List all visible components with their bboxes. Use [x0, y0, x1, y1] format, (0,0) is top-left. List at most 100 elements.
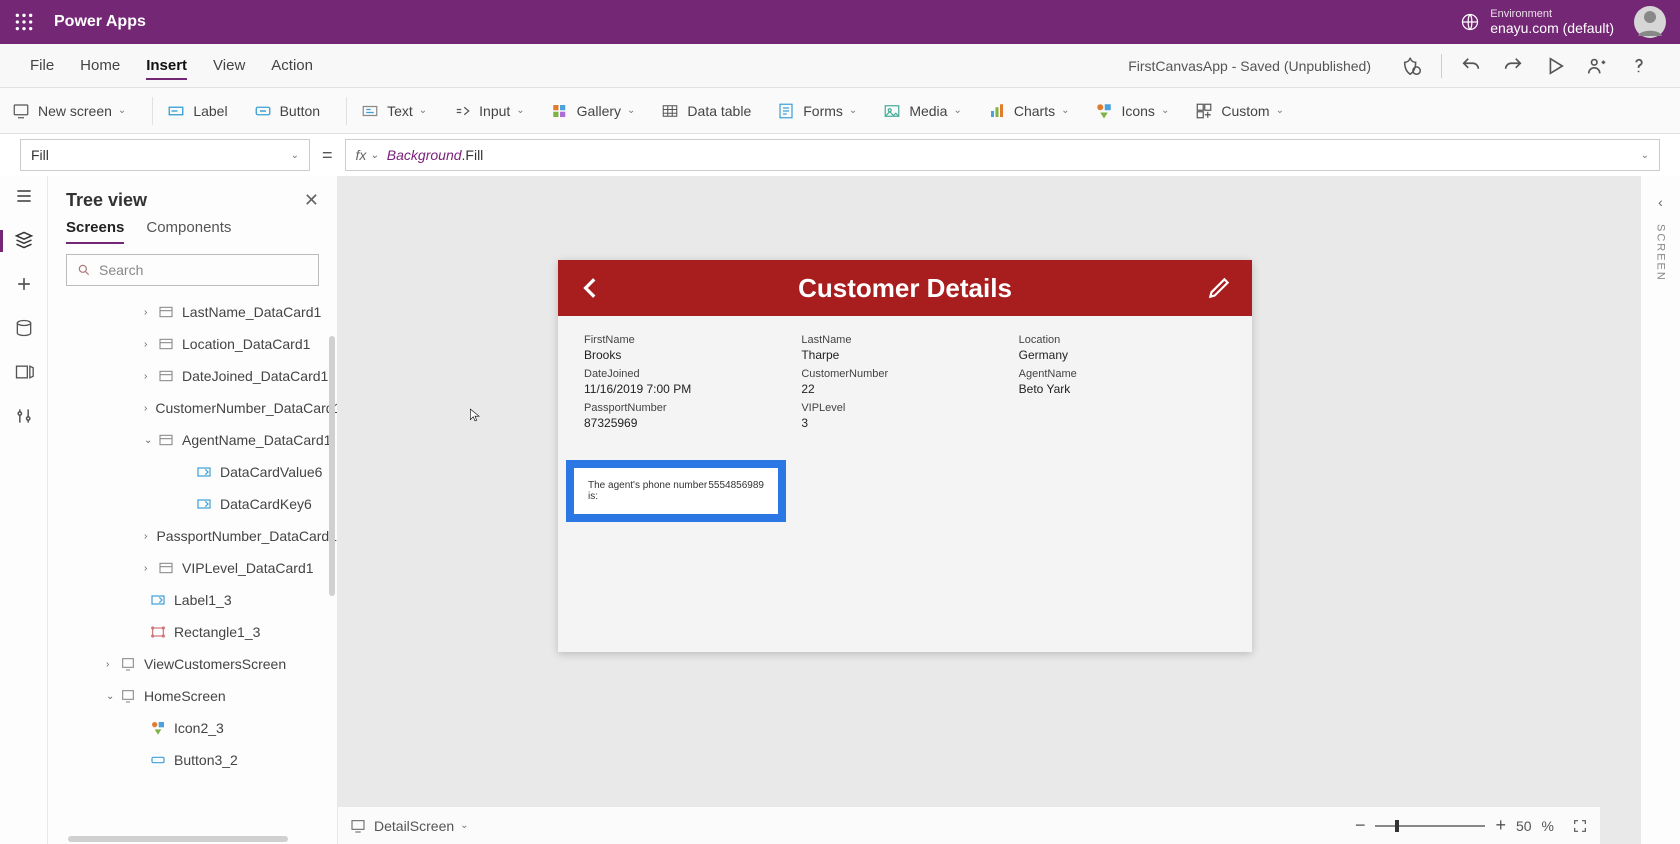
field-key: PassportNumber [584, 402, 791, 414]
edit-icon[interactable] [1206, 275, 1232, 301]
ribbon-button[interactable]: Button [254, 102, 320, 120]
app-launcher-icon[interactable] [14, 12, 34, 32]
current-screen-name[interactable]: DetailScreen [374, 818, 454, 834]
tree-node[interactable]: ›Location_DataCard1 [48, 328, 337, 360]
tree-node-label: Icon2_3 [174, 720, 224, 736]
tree-node[interactable]: ›PassportNumber_DataCard1 [48, 520, 337, 552]
rail-media[interactable] [0, 362, 48, 382]
agent-phone-label: The agent's phone number is: [588, 480, 708, 502]
rail-data[interactable] [0, 318, 48, 338]
ribbon-icons-label: Icons [1121, 103, 1154, 119]
tree-node[interactable]: ›VIPLevel_DataCard1 [48, 552, 337, 584]
tree-node[interactable]: Button3_2 [48, 744, 337, 776]
zoom-out-icon[interactable]: − [1355, 815, 1366, 836]
formula-input[interactable]: fx⌄ Background.Fill ⌄ [345, 139, 1660, 171]
app-checker-icon[interactable] [1401, 55, 1423, 77]
tree-search-input[interactable]: Search [66, 254, 319, 286]
tree-scrollbar-horizontal[interactable] [68, 836, 288, 842]
right-rail-label: SCREEN [1655, 224, 1667, 282]
artboard-detail-screen[interactable]: Customer Details FirstNameBrooksLastName… [558, 260, 1252, 652]
tree-node[interactable]: Rectangle1_3 [48, 616, 337, 648]
ribbon-input[interactable]: Input⌄ [453, 102, 525, 120]
zoom-slider[interactable] [1375, 825, 1485, 827]
right-rail-expand-icon[interactable]: ‹ [1658, 194, 1663, 210]
tree-node[interactable]: ›DateJoined_DataCard1 [48, 360, 337, 392]
tab-screens[interactable]: Screens [66, 219, 124, 244]
menu-action[interactable]: Action [271, 57, 313, 74]
ribbon-icons[interactable]: Icons⌄ [1095, 102, 1169, 120]
field-value: 87325969 [584, 416, 791, 430]
ribbon-datatable[interactable]: Data table [661, 102, 751, 120]
formula-bar: Fill ⌄ = fx⌄ Background.Fill ⌄ [0, 134, 1680, 176]
property-selector[interactable]: Fill ⌄ [20, 139, 310, 171]
chevron-icon[interactable]: › [144, 307, 158, 318]
tree-scrollbar-vertical[interactable] [329, 336, 335, 596]
ribbon-datatable-label: Data table [687, 103, 751, 119]
ribbon-forms[interactable]: Forms⌄ [777, 102, 857, 120]
tree-view-close-icon[interactable]: ✕ [304, 190, 319, 211]
detail-field: PassportNumber 87325969 [584, 402, 791, 430]
ribbon-label[interactable]: Label [167, 102, 227, 120]
detail-field: AgentNameBeto Yark [1019, 368, 1226, 396]
chevron-icon[interactable]: › [144, 403, 147, 414]
menu-insert[interactable]: Insert [146, 57, 187, 80]
ribbon-new-screen[interactable]: New screen⌄ [12, 102, 126, 120]
play-icon[interactable] [1544, 55, 1566, 77]
field-key: LastName [801, 334, 1008, 346]
help-icon[interactable] [1628, 55, 1650, 77]
design-canvas[interactable]: Customer Details FirstNameBrooksLastName… [338, 176, 1640, 844]
tab-components[interactable]: Components [146, 219, 231, 244]
rail-tree-view[interactable] [0, 230, 48, 250]
ribbon-text[interactable]: Text⌄ [361, 102, 427, 120]
tree-node[interactable]: ›ViewCustomersScreen [48, 648, 337, 680]
ribbon-label-label: Label [193, 103, 227, 119]
ribbon-charts[interactable]: Charts⌄ [988, 102, 1070, 120]
screen-chevron-icon[interactable]: ⌄ [460, 820, 468, 831]
ribbon-custom[interactable]: Custom⌄ [1195, 102, 1284, 120]
fit-screen-icon[interactable] [1572, 818, 1588, 834]
user-avatar[interactable] [1634, 6, 1666, 38]
ribbon-media[interactable]: Media⌄ [883, 102, 962, 120]
menu-view[interactable]: View [213, 57, 245, 74]
formula-expand-icon[interactable]: ⌄ [1641, 150, 1649, 161]
back-icon[interactable] [578, 275, 604, 301]
tree-node[interactable]: ›CustomerNumber_DataCard1 [48, 392, 337, 424]
input-icon [453, 102, 471, 120]
redo-icon[interactable] [1502, 55, 1524, 77]
tree-node[interactable]: Label1_3 [48, 584, 337, 616]
rail-hamburger[interactable] [0, 186, 48, 206]
share-icon[interactable] [1586, 55, 1608, 77]
agent-phone-box[interactable]: The agent's phone number is: 5554856989 [566, 460, 786, 522]
tree-node[interactable]: ⌄HomeScreen [48, 680, 337, 712]
custom-icon [1195, 102, 1213, 120]
rail-insert[interactable] [0, 274, 48, 294]
field-key: CustomerNumber [801, 368, 1008, 380]
zoom-value: 50 [1516, 818, 1532, 834]
detail-field: CustomerNumber22 [801, 368, 1008, 396]
undo-icon[interactable] [1460, 55, 1482, 77]
screen-icon [12, 102, 30, 120]
tree-node[interactable]: DataCardValue6 [48, 456, 337, 488]
chevron-icon[interactable]: ⌄ [144, 435, 158, 446]
property-value: Fill [31, 147, 49, 163]
chevron-icon[interactable]: › [144, 371, 158, 382]
field-value: 11/16/2019 7:00 PM [584, 382, 791, 396]
tree-node[interactable]: DataCardKey6 [48, 488, 337, 520]
tree-node[interactable]: ⌄AgentName_DataCard1 [48, 424, 337, 456]
tree-node[interactable]: ›LastName_DataCard1 [48, 296, 337, 328]
tree-view-panel: Tree view ✕ Screens Components Search ›L… [48, 176, 338, 844]
field-value: Germany [1019, 348, 1226, 362]
menu-home[interactable]: Home [80, 57, 120, 74]
chevron-icon[interactable]: › [106, 659, 120, 670]
ribbon-gallery[interactable]: Gallery⌄ [551, 102, 636, 120]
menu-file[interactable]: File [30, 57, 54, 74]
environment-icon[interactable] [1460, 12, 1480, 32]
rail-advanced[interactable] [0, 406, 48, 426]
environment-block[interactable]: Environment enayu.com (default) [1490, 8, 1614, 36]
zoom-in-icon[interactable]: + [1495, 815, 1506, 836]
chevron-icon[interactable]: › [144, 563, 158, 574]
chevron-icon[interactable]: › [144, 339, 158, 350]
detail-field: DateJoined11/16/2019 7:00 PM [584, 368, 791, 396]
chevron-icon[interactable]: ⌄ [106, 691, 120, 702]
tree-node[interactable]: Icon2_3 [48, 712, 337, 744]
